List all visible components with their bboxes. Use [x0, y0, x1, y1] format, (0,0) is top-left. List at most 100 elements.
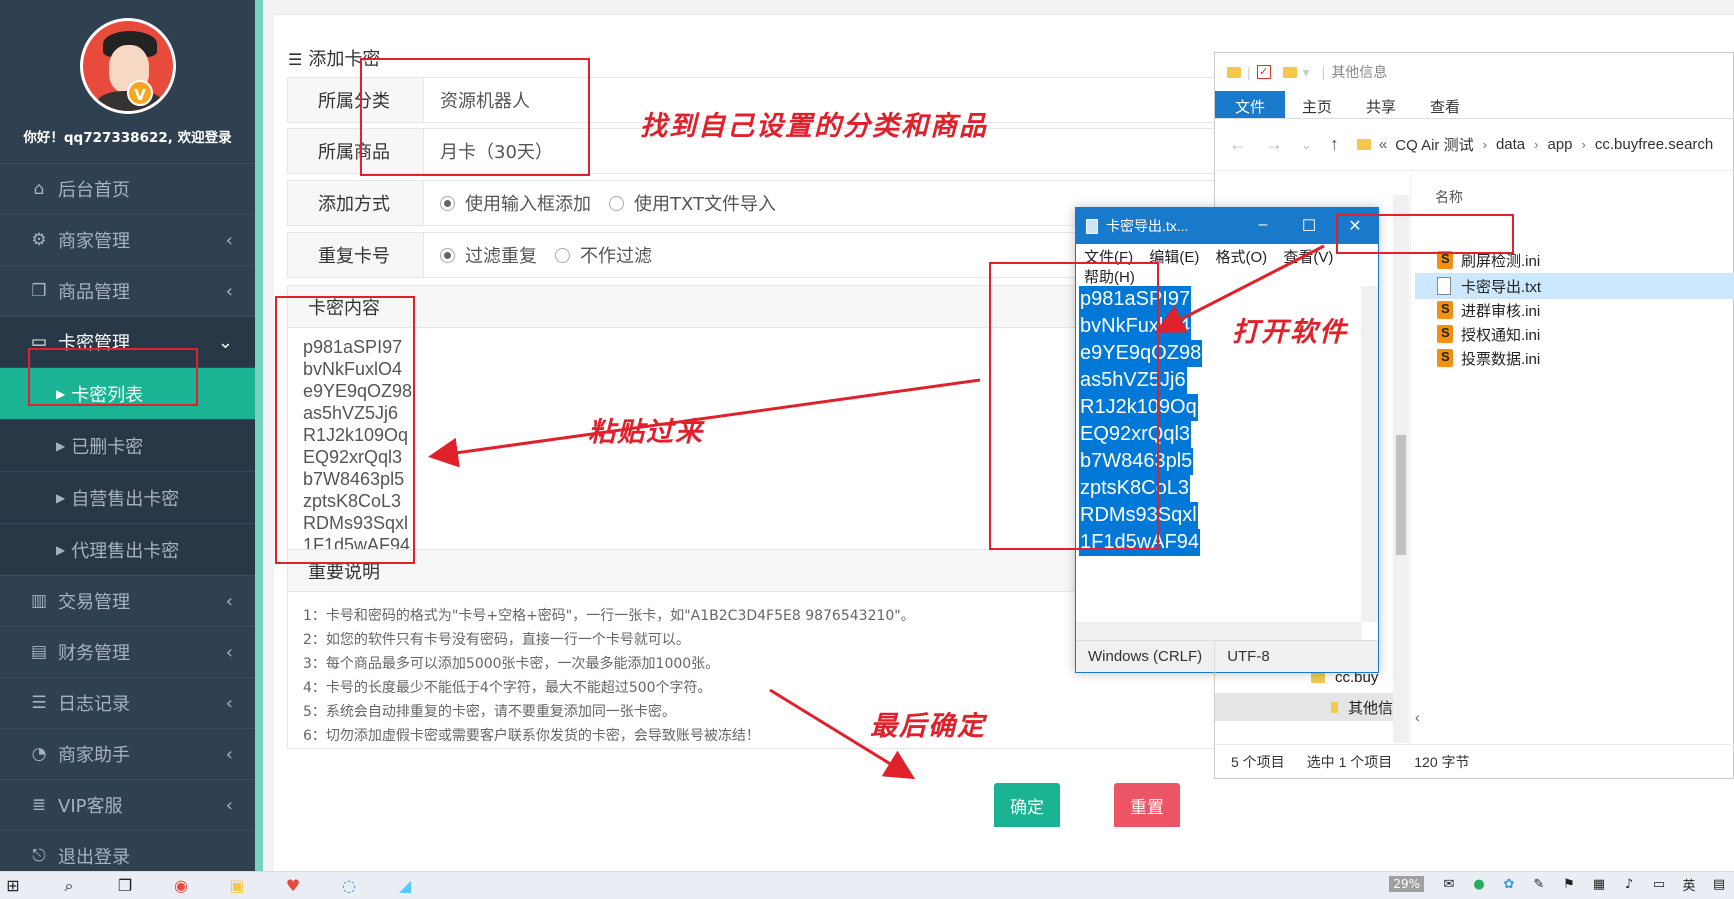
scroll-left-arrow-icon[interactable]: ‹ — [1415, 709, 1420, 725]
notepad-vertical-scrollbar[interactable] — [1361, 286, 1378, 622]
flag-icon[interactable]: ⚑ — [1561, 876, 1577, 892]
annotation-paste: 粘贴过来 — [588, 417, 704, 448]
dup-filter-radio[interactable]: 过滤重复 — [440, 242, 537, 268]
browser-icon[interactable]: ◌ — [340, 876, 358, 895]
network-icon[interactable]: ▦ — [1591, 876, 1607, 892]
task-view-icon[interactable]: ❐ — [116, 876, 134, 895]
nav-logs[interactable]: ☰ 日志记录 ‹ — [0, 677, 255, 728]
breadcrumb-app[interactable]: app — [1547, 136, 1572, 153]
recent-chevron-icon[interactable]: ⌄ — [1301, 137, 1312, 153]
logout-icon: ⎋ — [32, 846, 46, 866]
app-tray-icon[interactable]: ✿ — [1501, 876, 1517, 892]
radio-dot — [609, 195, 624, 211]
properties-icon[interactable]: ✓ — [1256, 65, 1271, 79]
back-arrow-icon[interactable]: ← — [1229, 134, 1247, 155]
nav-logs-label: 日志记录 — [58, 694, 130, 715]
annotation-box-notepad — [989, 262, 1159, 550]
file-row-auth-notice[interactable]: 授权通知.ini — [1415, 321, 1734, 347]
notification-icon[interactable]: ▤ — [1711, 876, 1727, 892]
file-row-vote-data[interactable]: 投票数据.ini — [1415, 345, 1734, 371]
method-input-label: 使用输入框添加 — [465, 194, 591, 215]
nav-vip-service-label: VIP客服 — [58, 796, 123, 817]
ribbon-tab-file[interactable]: 文件 — [1215, 91, 1286, 118]
chevron-left-icon: ‹ — [225, 641, 233, 663]
nav-trade[interactable]: ▥ 交易管理 ‹ — [0, 575, 255, 626]
explorer-titlebar[interactable]: | ✓ ▾ | 其他信息 — [1215, 53, 1733, 91]
chevron-left-icon: ‹ — [225, 229, 233, 251]
taskbar: ⊞ ⌕ ❐ ◉ ▣ ♥ ◌ ◢ 29% ✉ ● ✿ ✎ ⚑ ▦ ♪ ▭ 英 ▤ — [0, 871, 1734, 899]
explorer-ribbon: 文件 主页 共享 查看 — [1215, 91, 1733, 119]
reset-button[interactable]: 重置 — [1114, 783, 1180, 827]
radio-dot — [440, 247, 455, 263]
navigation-scrollbar[interactable] — [1393, 195, 1409, 743]
battery-indicator[interactable]: 29% — [1389, 876, 1424, 892]
tasks-icon: ☰ — [31, 693, 47, 713]
chrome-icon[interactable]: ◉ — [172, 876, 190, 895]
folder-icon — [1227, 66, 1241, 78]
sub-self-sold-label: 自营售出卡密 — [71, 488, 180, 510]
nav-finance-label: 财务管理 — [58, 643, 130, 664]
breadcrumb-data[interactable]: data — [1496, 136, 1525, 153]
wechat-icon[interactable]: ● — [1471, 876, 1487, 892]
breadcrumb-package[interactable]: cc.buyfree.search — [1595, 136, 1713, 153]
sidebar-scroll-edge[interactable] — [255, 0, 263, 871]
method-txt-radio[interactable]: 使用TXT文件导入 — [609, 190, 776, 216]
file-list-pane: 名称 刷屏检测.ini 卡密导出.txt 进群审核.ini 授权通知.ini 投… — [1411, 173, 1734, 743]
breadcrumb-overflow-icon[interactable]: « — [1379, 136, 1387, 153]
ini-file-icon — [1437, 301, 1453, 319]
folder-icon — [1311, 672, 1325, 683]
volume-icon[interactable]: ♪ — [1621, 876, 1637, 892]
method-input-radio[interactable]: 使用输入框添加 — [440, 190, 591, 216]
sub-self-sold[interactable]: ▶ 自营售出卡密 — [0, 471, 255, 523]
confirm-button[interactable]: 确定 — [994, 783, 1060, 827]
file-row-group-review[interactable]: 进群审核.ini — [1415, 297, 1734, 323]
menu-view[interactable]: 查看(V) — [1283, 249, 1333, 266]
notepad-titlebar[interactable]: 卡密导出.tx... – ☐ ✕ — [1076, 208, 1378, 244]
ribbon-tab-share[interactable]: 共享 — [1349, 91, 1413, 118]
forward-arrow-icon[interactable]: → — [1265, 134, 1283, 155]
notepad-taskbar-icon[interactable]: ◢ — [396, 876, 414, 895]
chevron-down-icon: ⌄ — [217, 331, 233, 353]
system-tray: 29% ✉ ● ✿ ✎ ⚑ ▦ ♪ ▭ 英 ▤ — [1389, 876, 1734, 894]
address-bar[interactable]: ← → ⌄ ↑ « CQ Air 测试 › data › app › cc.buyfr… — [1215, 119, 1733, 171]
file-explorer-icon[interactable]: ▣ — [228, 876, 246, 895]
name-column-header[interactable]: 名称 — [1435, 187, 1463, 207]
ime-icon[interactable]: 英 — [1681, 876, 1697, 894]
tree-item-other[interactable]: 其他信 — [1215, 693, 1393, 721]
file-row-card-export[interactable]: 卡密导出.txt — [1415, 273, 1734, 299]
ribbon-tab-view[interactable]: 查看 — [1413, 91, 1477, 118]
tree-item-label: 其他信 — [1347, 699, 1393, 717]
nav-merchant[interactable]: ⚙ 商家管理 ‹ — [0, 214, 255, 265]
sub-agent-sold[interactable]: ▶ 代理售出卡密 — [0, 523, 255, 575]
search-icon[interactable]: ⌕ — [60, 876, 78, 895]
breadcrumb-cq[interactable]: CQ Air 测试 — [1395, 134, 1473, 155]
up-arrow-icon[interactable]: ↑ — [1330, 134, 1339, 155]
pen-icon[interactable]: ✎ — [1531, 876, 1547, 892]
menu-format[interactable]: 格式(O) — [1216, 249, 1268, 266]
list-icon: ≣ — [31, 795, 47, 815]
windows-start-icon[interactable]: ⊞ — [4, 876, 22, 895]
ribbon-tab-home[interactable]: 主页 — [1285, 91, 1349, 118]
sub-deleted-cards[interactable]: ▶ 已删卡密 — [0, 419, 255, 471]
nav-assistant[interactable]: ◔ 商家助手 ‹ — [0, 728, 255, 779]
dashboard-icon: ◔ — [31, 744, 47, 764]
nav-home[interactable]: ⌂ 后台首页 — [0, 163, 255, 214]
nav-vip-service[interactable]: ≣ VIP客服 ‹ — [0, 779, 255, 830]
minimize-icon[interactable]: – — [1240, 216, 1286, 236]
dup-nofilter-radio[interactable]: 不作过滤 — [555, 242, 652, 268]
scroll-thumb[interactable] — [1396, 435, 1406, 555]
status-line-ending: Windows (CRLF) — [1076, 640, 1216, 673]
battery-icon[interactable]: ▭ — [1651, 876, 1667, 892]
home-icon: ⌂ — [33, 179, 45, 199]
notepad-horizontal-scrollbar[interactable] — [1076, 622, 1362, 640]
notepad-icon — [1086, 218, 1098, 234]
maximize-icon[interactable]: ☐ — [1286, 216, 1332, 236]
qq-icon[interactable]: ✉ — [1441, 876, 1457, 892]
new-folder-icon[interactable] — [1282, 66, 1297, 78]
annotation-box-card-content — [275, 296, 415, 564]
nav-products[interactable]: ❒ 商品管理 ‹ — [0, 265, 255, 316]
list-icon: ☰ — [288, 50, 303, 69]
nav-finance[interactable]: ▤ 财务管理 ‹ — [0, 626, 255, 677]
avatar[interactable] — [79, 18, 176, 114]
heart-app-icon[interactable]: ♥ — [284, 876, 302, 895]
